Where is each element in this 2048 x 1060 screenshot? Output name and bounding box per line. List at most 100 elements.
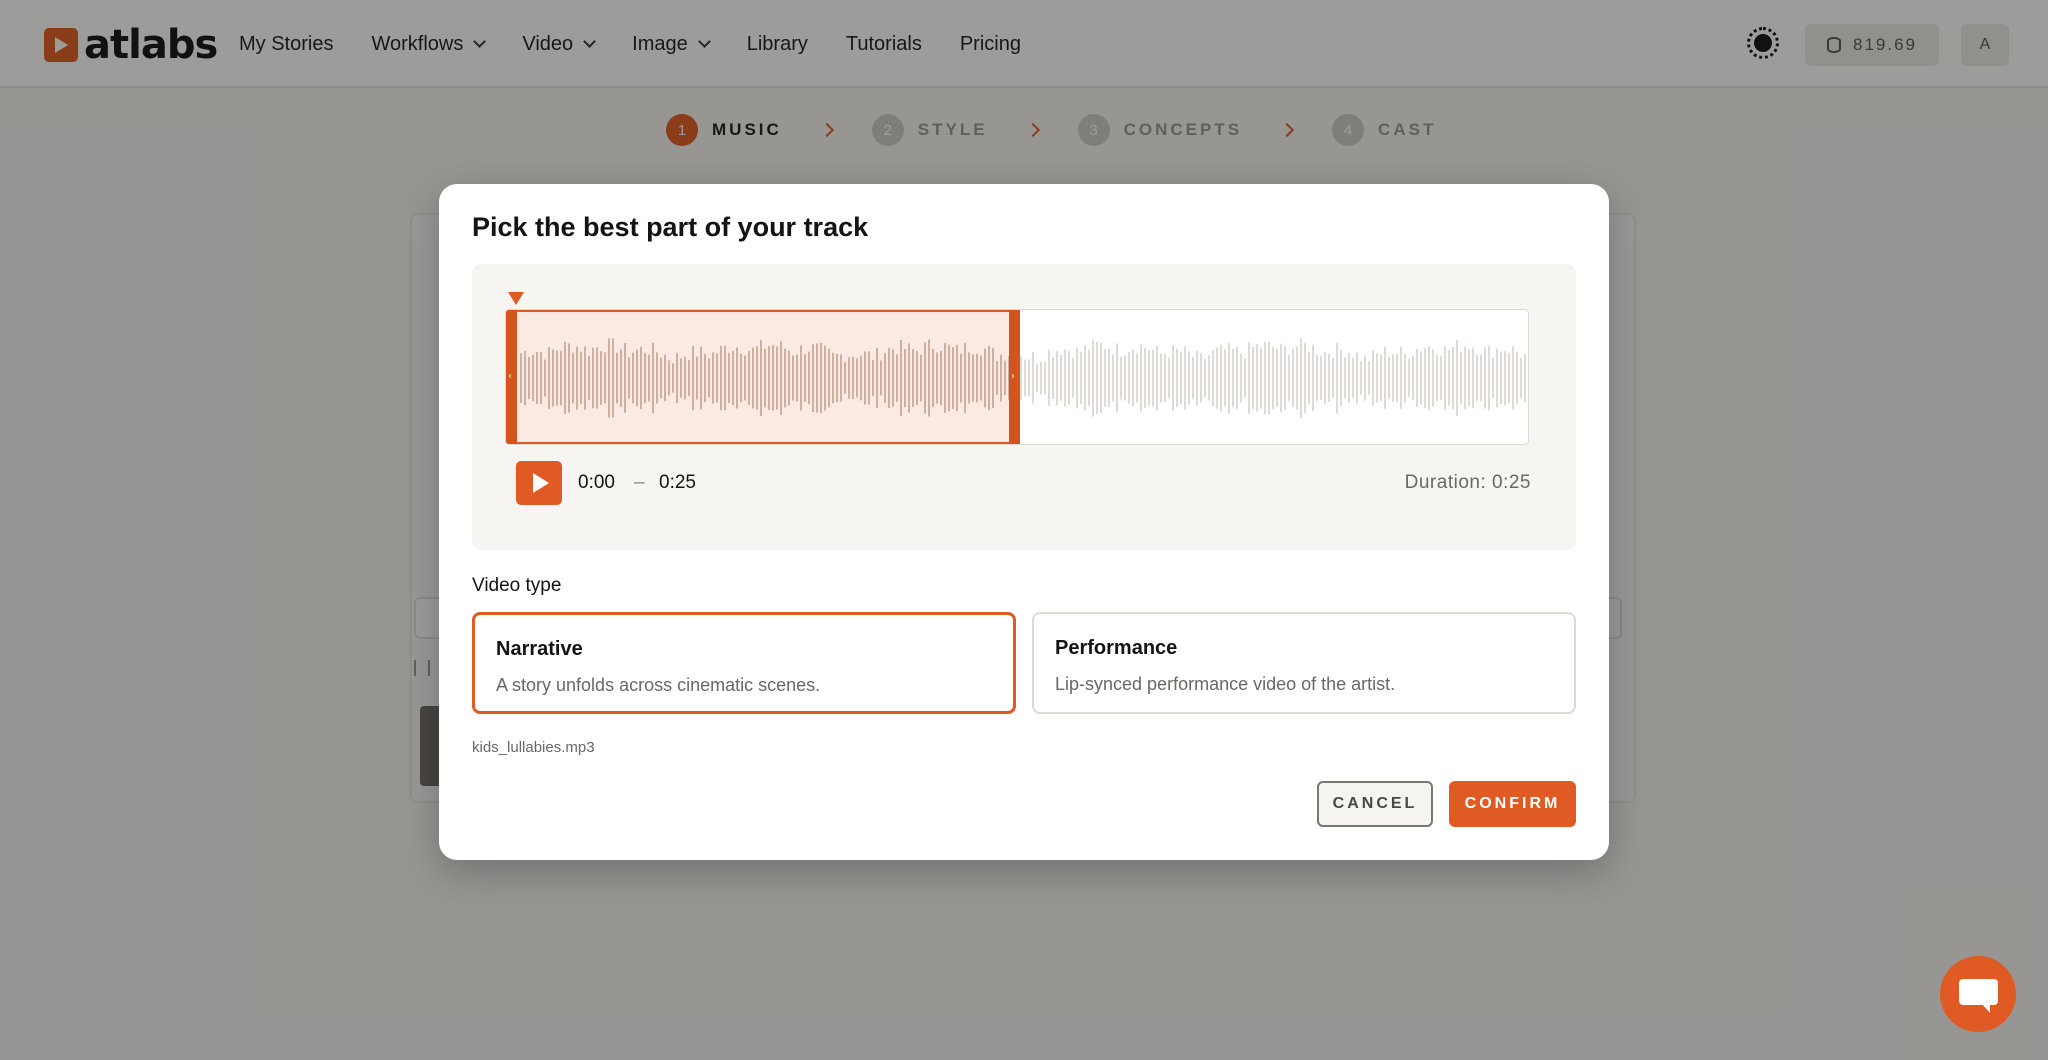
waveform-bar [1228,342,1230,414]
waveform-bar [1076,347,1078,409]
play-button[interactable] [516,461,562,505]
waveform-bar [1328,354,1330,402]
waveform-bar [1112,354,1114,402]
waveform-bar [1020,356,1022,400]
waveform-bar [1160,353,1162,403]
waveform-bar [1152,349,1154,407]
waveform-bar [1516,351,1518,405]
cancel-button[interactable]: CANCEL [1317,781,1433,827]
waveform-track[interactable]: ‹ › [505,309,1529,445]
chevron-right-icon: › [1011,371,1015,382]
chat-bubble-icon [1959,979,1998,1013]
waveform-bar [1060,355,1062,401]
video-type-label: Video type [472,575,562,596]
waveform-bar [1292,348,1294,408]
selection-start-handle[interactable]: ‹ [506,310,517,444]
waveform-bar [1104,349,1106,407]
waveform-bar [1348,353,1350,403]
playhead-marker[interactable] [508,292,524,305]
video-type-title: Narrative [496,638,583,660]
waveform-bar [1192,356,1194,400]
waveform-bar [1416,348,1418,408]
waveform-bar [1400,347,1402,409]
audio-trimmer: ‹ › 0:00 – 0:25 Duration: 0:25 [472,264,1576,550]
waveform-bar [1052,356,1054,400]
waveform-bar [1040,361,1042,395]
waveform-bar [1080,351,1082,405]
waveform-bar [1216,347,1218,409]
waveform-bar [1376,353,1378,403]
waveform-bar [1248,342,1250,414]
video-type-narrative[interactable]: Narrative A story unfolds across cinemat… [472,612,1016,714]
waveform-bar [1300,337,1302,419]
waveform-bar [1208,355,1210,401]
waveform-bar [1072,358,1074,398]
waveform-bar [1392,354,1394,402]
waveform-bar [1128,352,1130,404]
video-type-description: A story unfolds across cinematic scenes. [496,675,821,695]
waveform-bar [1184,346,1186,410]
waveform-bar [1336,342,1338,414]
video-type-performance[interactable]: Performance Lip-synced performance video… [1032,612,1576,714]
video-type-description: Lip-synced performance video of the arti… [1055,674,1396,694]
waveform-bar [1368,361,1370,395]
chevron-left-icon: ‹ [508,371,512,382]
waveform-bar [1324,352,1326,404]
selection-region[interactable] [506,310,1018,444]
waveform-bar [1036,363,1038,393]
duration-label: Duration: 0:25 [1404,472,1531,493]
waveform-bar [1180,351,1182,405]
waveform-bar [1164,354,1166,402]
waveform-bar [1484,347,1486,409]
waveform-bar [1508,353,1510,403]
waveform-bar [1460,351,1462,405]
waveform-bar [1452,346,1454,410]
waveform-bar [1176,348,1178,408]
waveform-bar [1476,354,1478,402]
waveform-bar [1404,353,1406,403]
waveform-bar [1140,344,1142,412]
selection-start-time: 0:00 [578,472,615,493]
chat-launcher-button[interactable] [1940,956,2016,1032]
waveform-bar [1068,350,1070,406]
waveform-bar [1444,346,1446,410]
waveform-bar [1496,348,1498,408]
waveform-bar [1172,345,1174,411]
waveform-bar [1168,357,1170,399]
waveform-bar [1428,346,1430,410]
confirm-button[interactable]: CONFIRM [1449,781,1576,827]
waveform-bar [1236,346,1238,410]
waveform-bar [1268,341,1270,415]
waveform-bar [1360,361,1362,395]
waveform-bar [1424,348,1426,408]
waveform-bar [1488,345,1490,411]
selection-end-handle[interactable]: › [1009,310,1020,444]
waveform-bar [1500,352,1502,404]
waveform-bar [1468,349,1470,407]
waveform-bar [1344,357,1346,399]
file-name: kids_lullabies.mp3 [472,739,595,756]
waveform-bar [1028,359,1030,397]
waveform-bar [1276,349,1278,407]
waveform-bar [1056,350,1058,406]
modal-title: Pick the best part of your track [472,212,869,242]
waveform-bar [1136,353,1138,403]
waveform-bar [1432,349,1434,407]
waveform-bar [1436,354,1438,402]
waveform-bar [1440,355,1442,401]
waveform-bar [1064,349,1066,407]
waveform-bar [1420,351,1422,405]
waveform-bar [1316,354,1318,402]
waveform-bar [1312,344,1314,412]
trim-track-modal: Pick the best part of your track ‹ › 0:0… [439,184,1609,860]
waveform-bar [1044,361,1046,395]
waveform-bar [1492,357,1494,399]
waveform-bar [1124,355,1126,401]
waveform-bar [1356,352,1358,404]
waveform-bar [1512,346,1514,410]
waveform-bar [1092,339,1094,417]
waveform-bar [1384,347,1386,409]
waveform-bar [1332,357,1334,399]
waveform-bar [1412,355,1414,401]
waveform-bar [1308,351,1310,405]
